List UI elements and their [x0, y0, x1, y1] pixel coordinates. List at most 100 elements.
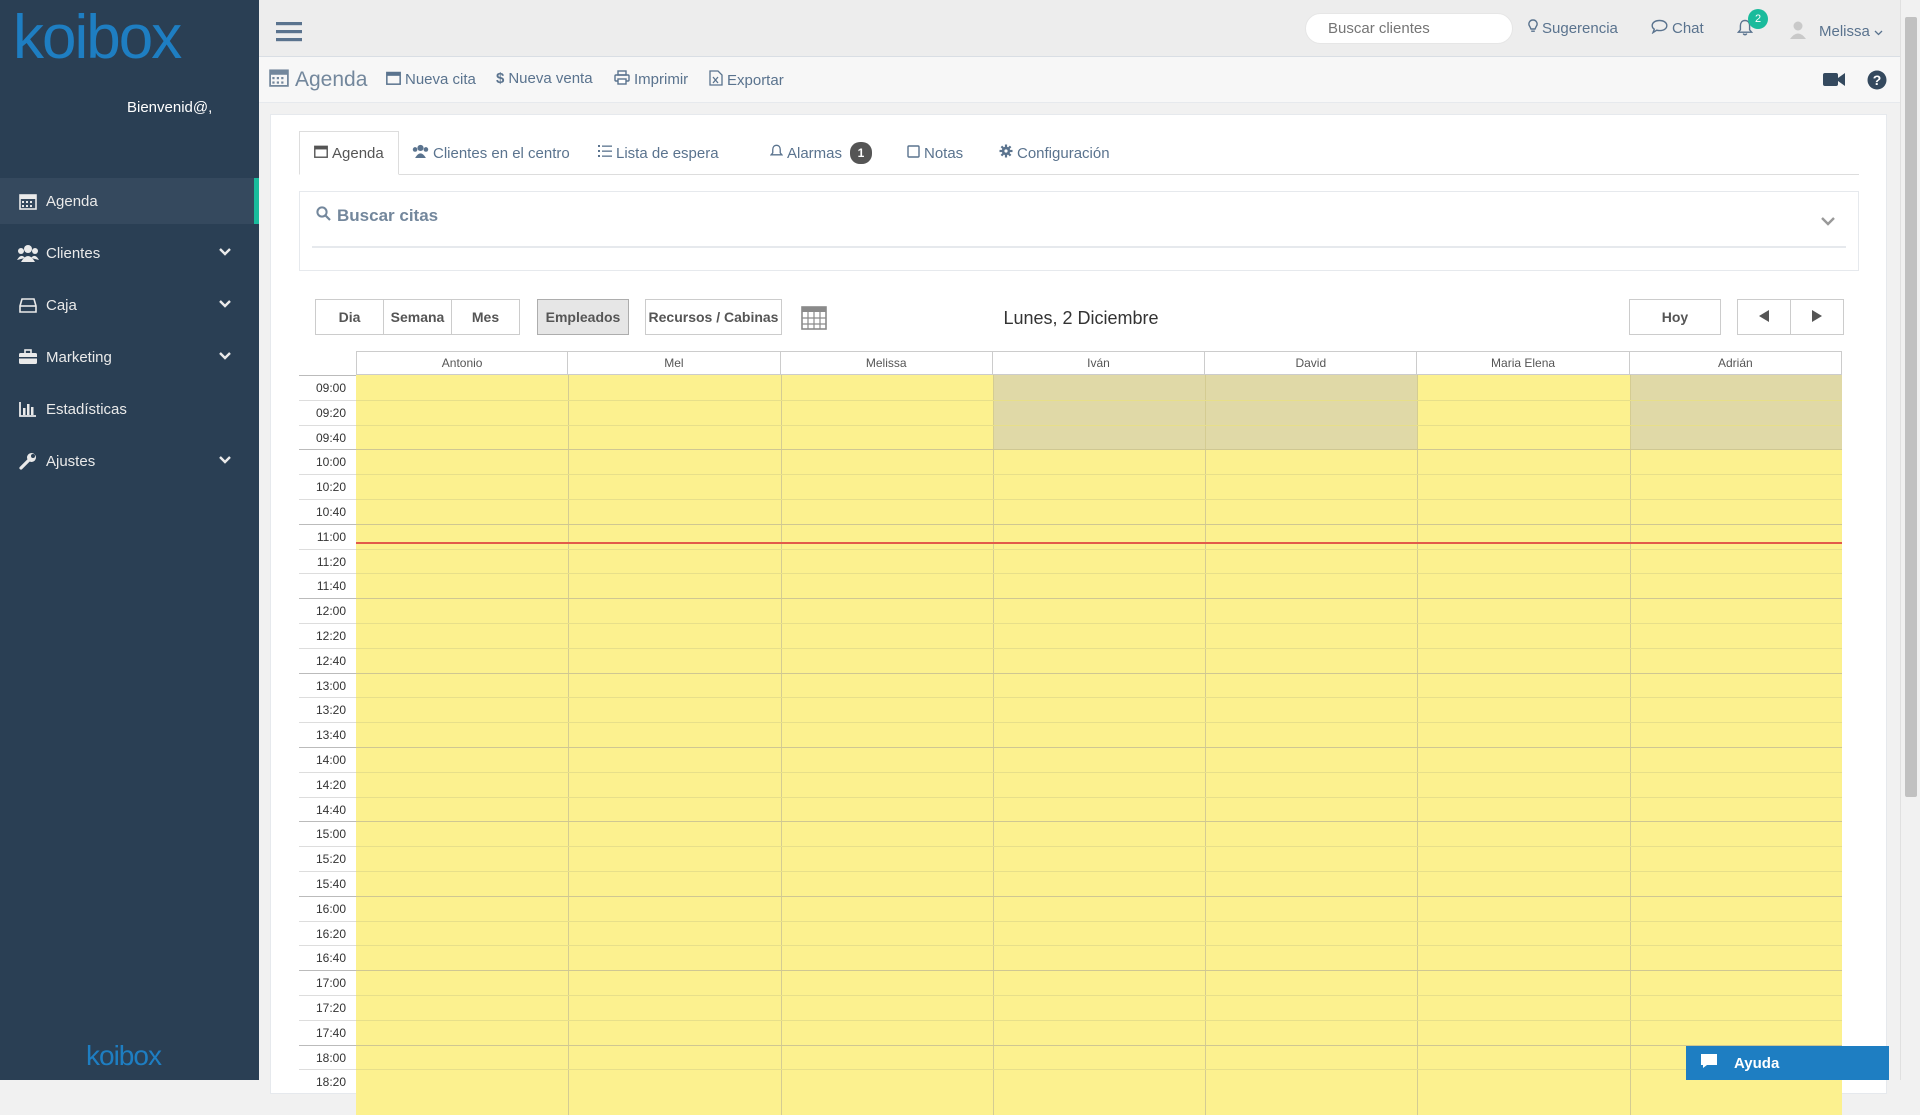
tab-alarmas[interactable]: Alarmas 1 — [756, 131, 886, 175]
row-divider — [356, 871, 1842, 872]
new-appointment-label: Nueva cita — [405, 71, 476, 88]
page-title-text: Agenda — [295, 68, 368, 91]
sidebar-item-label: Marketing — [46, 348, 112, 366]
excel-file-icon — [709, 70, 723, 90]
time-column: 09:00 09:20 09:40 10:00 10:20 10:40 11:00 11:20… — [299, 375, 356, 1094]
row-divider — [356, 747, 1842, 748]
calendar-slots[interactable] — [356, 375, 1842, 1115]
chevron-down-icon — [219, 348, 231, 365]
column-divider — [992, 375, 994, 1115]
time-slot-label: 14:40 — [299, 796, 356, 822]
view-week-button[interactable]: Semana — [383, 299, 452, 335]
agenda-toolbar: Agenda Nueva cita $ Nueva venta Imprimir… — [259, 57, 1900, 103]
notification-count-badge: 2 — [1748, 9, 1768, 29]
suggestion-label: Sugerencia — [1542, 20, 1618, 37]
new-appointment-button[interactable]: Nueva cita — [386, 70, 476, 89]
menu-toggle-icon[interactable] — [276, 21, 302, 47]
row-divider — [356, 474, 1842, 476]
video-camera-icon[interactable] — [1822, 71, 1846, 92]
chevron-down-icon — [219, 244, 231, 261]
sidebar-item-estadisticas[interactable]: Estadísticas — [0, 386, 259, 432]
chevron-down-icon — [219, 452, 231, 469]
search-appointments-title: Buscar citas — [337, 206, 439, 225]
new-sale-button[interactable]: $ Nueva venta — [496, 70, 593, 87]
sidebar-item-marketing[interactable]: Marketing — [0, 334, 259, 380]
user-avatar-icon — [1789, 19, 1807, 43]
sidebar-item-caja[interactable]: Caja — [0, 282, 259, 328]
search-icon — [316, 206, 331, 226]
row-divider — [356, 1019, 1842, 1021]
resources-view-button[interactable]: Recursos / Cabinas — [645, 299, 782, 335]
chat-link[interactable]: Chat — [1651, 19, 1704, 38]
view-day-button[interactable]: Dia — [315, 299, 384, 335]
date-picker-calendar-icon[interactable] — [801, 304, 827, 334]
time-slot-label: 14:20 — [299, 771, 356, 797]
dollar-icon: $ — [496, 70, 505, 87]
bell-icon — [769, 144, 784, 162]
search-appointments-panel[interactable]: Buscar citas — [299, 191, 1859, 271]
search-appointments-header[interactable]: Buscar citas — [316, 206, 438, 226]
scrollbar-thumb[interactable] — [1905, 17, 1917, 797]
row-divider — [356, 895, 1842, 897]
time-slot-label: 11:20 — [299, 548, 356, 574]
view-month-button[interactable]: Mes — [451, 299, 520, 335]
row-divider — [356, 846, 1842, 848]
calendar-icon — [269, 67, 289, 93]
printer-icon — [614, 70, 630, 89]
print-label: Imprimir — [634, 71, 689, 88]
time-slot-label: 15:40 — [299, 870, 356, 896]
sidebar-item-agenda[interactable]: Agenda — [0, 178, 259, 224]
previous-day-button[interactable] — [1737, 299, 1791, 335]
calendar-icon — [386, 70, 401, 89]
time-slot-label: 11:00 — [299, 523, 356, 549]
calendar-icon — [17, 191, 39, 211]
time-slot-label: 17:20 — [299, 994, 356, 1020]
tab-notas[interactable]: Notas — [893, 131, 977, 175]
column-divider — [1417, 375, 1419, 1115]
sidebar-item-clientes[interactable]: Clientes — [0, 230, 259, 276]
chat-bubble-icon — [1700, 1053, 1718, 1073]
list-icon — [598, 144, 612, 162]
print-button[interactable]: Imprimir — [614, 70, 688, 89]
koibox-logo[interactable]: koibox — [13, 4, 182, 72]
client-search-input[interactable] — [1305, 13, 1513, 44]
users-icon — [412, 144, 429, 162]
time-slot-label: 10:00 — [299, 449, 356, 474]
suggestion-link[interactable]: Sugerencia — [1528, 19, 1618, 38]
next-day-button[interactable] — [1790, 299, 1844, 335]
arrow-right-icon — [1811, 309, 1823, 326]
divider — [312, 246, 1846, 248]
new-sale-label: Nueva venta — [508, 70, 593, 87]
employee-column-header: Mel — [568, 351, 781, 375]
page-scrollbar[interactable] — [1900, 0, 1920, 1080]
time-slot-label: 13:40 — [299, 722, 356, 747]
user-menu[interactable]: Melissa — [1789, 19, 1883, 43]
sidebar-item-ajustes[interactable]: Ajustes — [0, 438, 259, 484]
user-name: Melissa — [1819, 22, 1870, 40]
gear-icon — [999, 144, 1013, 162]
employees-view-button[interactable]: Empleados — [537, 299, 629, 335]
tab-lista-de-espera[interactable]: Lista de espera — [584, 131, 733, 175]
row-divider — [356, 399, 1842, 401]
time-slot-label: 11:40 — [299, 573, 356, 598]
time-slot-label: 10:40 — [299, 498, 356, 524]
time-slot-label: 16:20 — [299, 920, 356, 946]
row-divider — [356, 722, 1842, 724]
row-divider — [356, 945, 1842, 947]
help-chat-widget[interactable]: Ayuda — [1686, 1046, 1889, 1080]
sidebar-item-label: Agenda — [46, 192, 98, 210]
tab-configuracion[interactable]: Configuración — [985, 131, 1124, 175]
export-button[interactable]: Exportar — [709, 70, 784, 90]
sidebar-item-label: Ajustes — [46, 452, 96, 470]
help-question-icon[interactable]: ? — [1867, 70, 1887, 94]
tab-label: Clientes en el centro — [433, 144, 570, 162]
sidebar: koibox Bienvenid@, Agenda Clientes Caja … — [0, 0, 259, 1080]
row-divider — [356, 672, 1842, 674]
tab-clientes-en-el-centro[interactable]: Clientes en el centro — [398, 131, 584, 175]
tab-agenda[interactable]: Agenda — [299, 131, 399, 175]
today-button[interactable]: Hoy — [1629, 299, 1721, 335]
chevron-down-icon[interactable] — [1820, 214, 1836, 231]
time-slot-label: 12:40 — [299, 647, 356, 673]
agenda-panel: Agenda Clientes en el centro Lista de es… — [270, 114, 1887, 1115]
column-divider — [568, 375, 570, 1115]
